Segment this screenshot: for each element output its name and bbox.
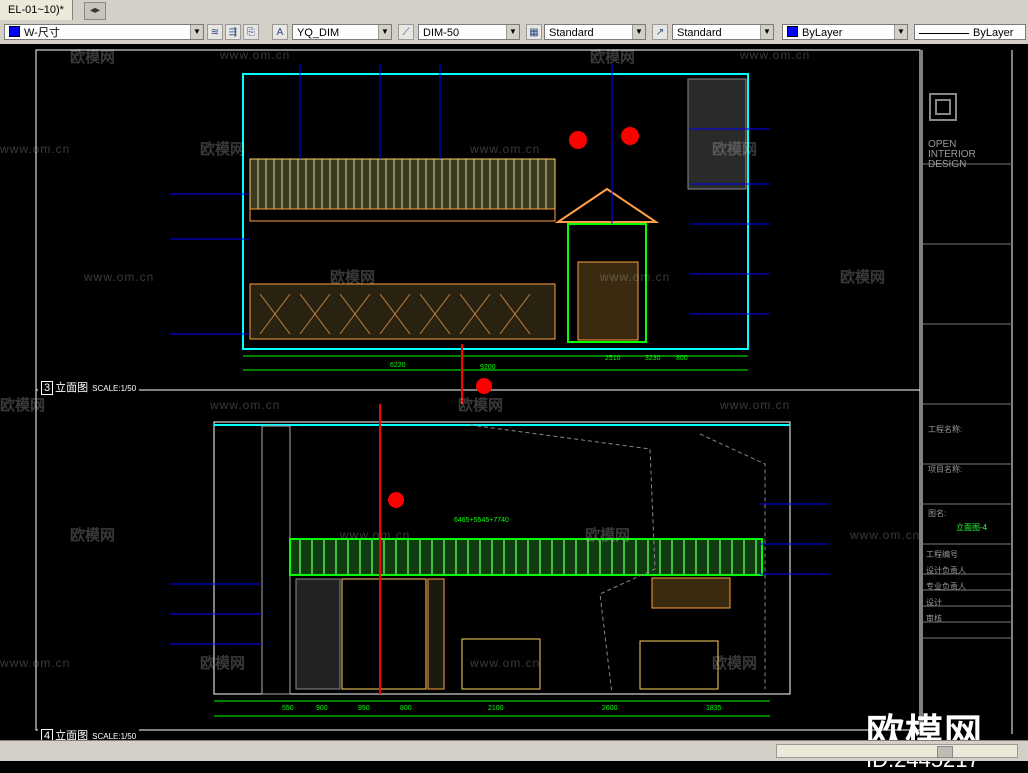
drawing-name: 立面图-4 [956,523,988,532]
company-logo [929,93,957,121]
watermark-text: 欧模网 [712,141,758,158]
dim-text: 6220 [390,362,406,369]
watermark-text: 欧模网 [70,49,116,66]
elevation4-door [341,578,427,690]
dimension-style-dropdown[interactable]: DIM-50 ▼ [418,24,520,40]
company-name: OPEN INTERIOR DESIGN [928,139,976,170]
tab-nav-icon[interactable]: ◂▸ [84,2,106,20]
multileader-style-dropdown[interactable]: Standard ▼ [672,24,774,40]
watermark-text: 欧模网 [840,269,886,286]
watermark-url: www.om.cn [340,528,411,542]
text-style-icon[interactable]: A [272,24,288,40]
watermark-url: www.om.cn [210,398,281,412]
linetype-preview [919,32,969,34]
watermark-text: 欧模网 [200,655,246,672]
table-style-icon[interactable]: ▦ [526,24,542,40]
svg-text:2100: 2100 [488,705,504,712]
watermark-url: www.om.cn [220,48,291,62]
status-bar [0,740,1028,761]
chevron-down-icon: ▼ [632,25,645,39]
watermark-text: 欧模网 [330,269,376,286]
svg-text:1835: 1835 [706,705,722,712]
watermark-url: www.om.cn [84,270,155,284]
watermark-text: 欧模网 [200,141,246,158]
watermark-url: www.om.cn [0,142,71,156]
chevron-down-icon: ▼ [190,25,203,39]
svg-text:6465+5545+7740: 6465+5545+7740 [454,517,509,524]
svg-text:3230: 3230 [645,355,661,362]
layer-make-current-icon[interactable]: ≋ [207,24,223,40]
scrollbar-thumb[interactable] [937,746,953,758]
svg-text:9200: 9200 [480,364,496,371]
chevron-down-icon: ▼ [894,25,907,39]
svg-text:2510: 2510 [605,355,621,362]
svg-text:550: 550 [282,705,294,712]
elevation3-roof [554,187,660,223]
horizontal-scrollbar[interactable] [776,744,1018,758]
chevron-down-icon: ▼ [378,25,391,39]
color-dropdown[interactable]: ByLayer ▼ [782,24,908,40]
watermark-text: 欧模网 [712,655,758,672]
watermark-text: 欧模网 [590,49,636,66]
elevation3-hatch [687,78,747,190]
table-style-dropdown[interactable]: Standard ▼ [544,24,646,40]
svg-text:800: 800 [400,705,412,712]
layer-previous-icon[interactable]: ⎘ [243,24,259,40]
elevation4-stone [295,578,341,690]
watermark-url: www.om.cn [470,656,541,670]
elevation3-beam [249,208,556,222]
section-marker [569,131,587,149]
properties-toolbar: W-尺寸 ▼ ≋ ⇶ ⎘ A YQ_DIM ▼ ⟋ DIM-50 ▼ ▦ Sta… [0,22,1028,45]
title-label: 设计 [926,598,942,607]
color-swatch-icon [787,26,798,37]
document-tab-bar: EL-01~10)* ◂▸ [0,0,1028,23]
elevation3-railing [249,283,556,340]
svg-text:800: 800 [676,355,688,362]
document-tab[interactable]: EL-01~10)* [0,0,73,20]
watermark-url: www.om.cn [600,270,671,284]
watermark-url: www.om.cn [850,528,921,542]
linetype-dropdown[interactable]: ByLayer [914,24,1026,40]
elevation4-column [261,425,291,695]
watermark-text: 欧模网 [70,527,116,544]
svg-text:2600: 2600 [602,705,618,712]
chevron-down-icon: ▼ [760,25,773,39]
watermark-text: 欧模网 [458,397,504,414]
chevron-down-icon: ▼ [506,25,519,39]
text-style-dropdown[interactable]: YQ_DIM ▼ [292,24,392,40]
dimension-style-icon[interactable]: ⟋ [398,24,414,40]
watermark-url: www.om.cn [470,142,541,156]
watermark-url: www.om.cn [740,48,811,62]
layer-color-icon [9,26,20,37]
title-label: 工程编号 [926,550,958,559]
title-label: 审核 [926,614,942,623]
title-label: 设计负责人 [926,566,966,575]
title-label: 专业负责人 [926,582,966,591]
layer-dropdown[interactable]: W-尺寸 ▼ [4,24,204,40]
title-label: 工程名称: [928,425,963,434]
watermark-url: www.om.cn [0,656,71,670]
svg-text:950: 950 [358,705,370,712]
multileader-style-icon[interactable]: ↗ [652,24,668,40]
elevation4-shelf [651,577,731,609]
watermark-text: 欧模网 [0,397,46,414]
svg-text:900: 900 [316,705,328,712]
drawing-canvas[interactable]: 6220 2510 3230 800 9200 6465+5545+7740 5… [0,44,1028,772]
watermark-url: www.om.cn [720,398,791,412]
title-label: 项目名称: [928,465,963,474]
view-label-3: 3 立面图 SCALE:1/50 [38,380,140,396]
title-label: 图名: [928,509,947,518]
layer-match-icon[interactable]: ⇶ [225,24,241,40]
watermark-text: 欧模网 [585,527,631,544]
